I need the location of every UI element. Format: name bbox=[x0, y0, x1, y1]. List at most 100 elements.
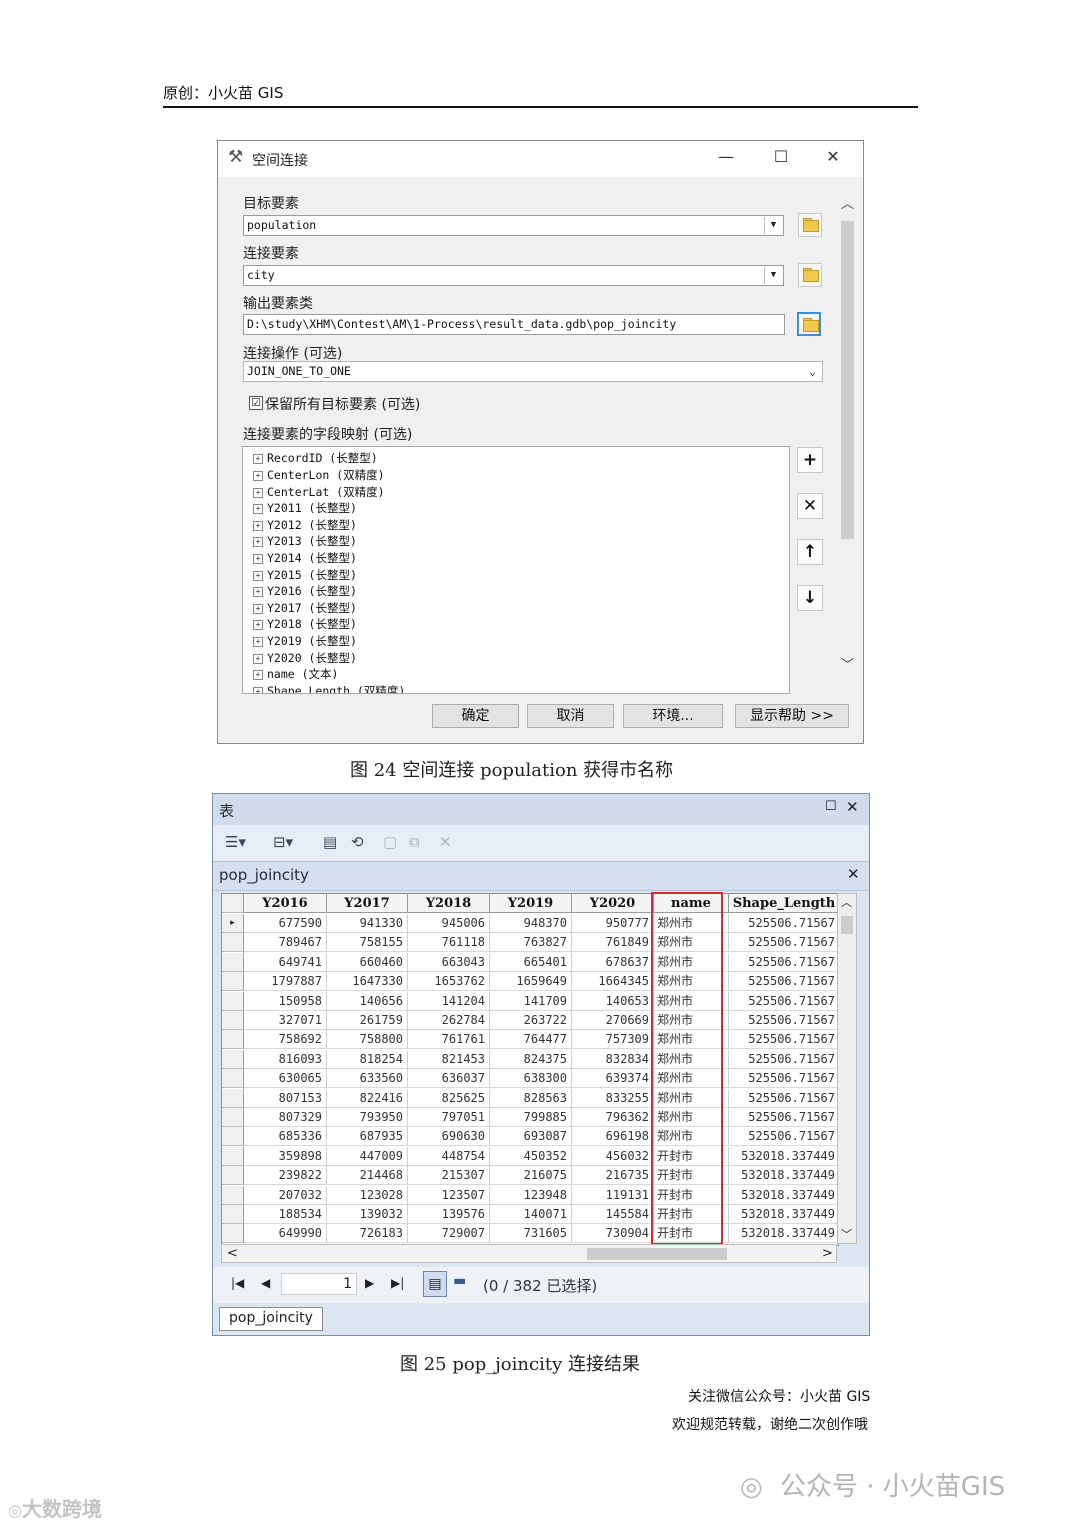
chevron-down-icon[interactable]: ▼ bbox=[764, 217, 782, 234]
table-cell[interactable]: 649990 bbox=[244, 1224, 327, 1244]
table-cell[interactable]: 726183 bbox=[327, 1224, 408, 1244]
table-cell[interactable]: 525506.71567 bbox=[729, 1089, 838, 1108]
row-selector[interactable] bbox=[222, 1108, 244, 1127]
table-cell[interactable]: 639374 bbox=[572, 1069, 654, 1089]
field-map-item[interactable]: + Y2011 (长整型) bbox=[253, 500, 357, 516]
table-cell[interactable]: 729007 bbox=[408, 1224, 490, 1244]
table-cell[interactable]: 1653762 bbox=[408, 972, 490, 992]
table-cell[interactable]: 1659649 bbox=[490, 972, 572, 992]
row-selector[interactable] bbox=[222, 1088, 244, 1108]
row-selector[interactable] bbox=[222, 1166, 244, 1186]
field-map-item[interactable]: + CenterLon (双精度) bbox=[253, 467, 385, 483]
row-selector[interactable]: ▸ bbox=[222, 914, 244, 933]
field-map-item[interactable]: + RecordID (长整型) bbox=[253, 450, 378, 466]
close-button[interactable]: ✕ bbox=[818, 147, 848, 166]
row-selector[interactable] bbox=[222, 1205, 244, 1224]
table-cell[interactable]: 633560 bbox=[327, 1069, 408, 1089]
table-cell[interactable]: 825625 bbox=[408, 1088, 490, 1108]
table-cell[interactable]: 807329 bbox=[244, 1108, 327, 1127]
row-selector[interactable] bbox=[222, 1049, 244, 1069]
table-cell[interactable]: 525506.71567 bbox=[729, 914, 838, 933]
table-cell[interactable]: 636037 bbox=[408, 1069, 490, 1089]
table-cell[interactable]: 822416 bbox=[327, 1088, 408, 1108]
table-cell[interactable]: 456032 bbox=[572, 1146, 654, 1166]
attribute-table[interactable]: Y2016 Y2017 Y2018 Y2019 Y2020 name Shape_Lengt… bbox=[221, 893, 839, 1246]
table-cell[interactable]: 630065 bbox=[244, 1069, 327, 1089]
scroll-down-icon[interactable]: ﹀ bbox=[841, 1226, 852, 1242]
browse-output-button[interactable] bbox=[797, 312, 821, 336]
field-map-item[interactable]: + Y2015 (长整型) bbox=[253, 567, 357, 583]
browse-join-button[interactable] bbox=[798, 263, 822, 287]
table-cell[interactable]: 816093 bbox=[244, 1049, 327, 1069]
expand-icon[interactable]: + bbox=[253, 654, 263, 664]
table-cell[interactable]: 525506.71567 bbox=[729, 1011, 838, 1030]
table-cell[interactable]: 730904 bbox=[572, 1224, 654, 1244]
expand-icon[interactable]: + bbox=[253, 587, 263, 597]
table-cell[interactable]: 663043 bbox=[408, 952, 490, 972]
table-cell[interactable]: 758155 bbox=[327, 933, 408, 953]
join-operation-select[interactable]: JOIN_ONE_TO_ONE ⌄ bbox=[243, 361, 823, 382]
move-down-button[interactable]: ↓ bbox=[797, 585, 823, 611]
row-selector[interactable] bbox=[222, 1069, 244, 1089]
field-map-item[interactable]: + Y2018 (长整型) bbox=[253, 616, 357, 632]
table-cell[interactable]: 145584 bbox=[572, 1205, 654, 1224]
table-tab[interactable]: pop_joincity bbox=[219, 1307, 323, 1331]
keep-all-checkbox[interactable]: ☑ bbox=[249, 396, 263, 410]
expand-icon[interactable]: + bbox=[253, 471, 263, 481]
table-cell[interactable]: 150958 bbox=[244, 991, 327, 1011]
table-cell[interactable]: 832834 bbox=[572, 1049, 654, 1069]
table-cell[interactable]: 1647330 bbox=[327, 972, 408, 992]
table-cell[interactable]: 696198 bbox=[572, 1127, 654, 1147]
scrollbar-thumb[interactable] bbox=[841, 221, 854, 539]
row-selector[interactable] bbox=[222, 1030, 244, 1050]
table-cell[interactable]: 687935 bbox=[327, 1127, 408, 1147]
move-up-button[interactable]: ↑ bbox=[797, 539, 823, 565]
expand-icon[interactable]: + bbox=[253, 488, 263, 498]
table-cell[interactable]: 799885 bbox=[490, 1108, 572, 1127]
table-cell[interactable]: 764477 bbox=[490, 1030, 572, 1050]
table-cell[interactable]: 139032 bbox=[327, 1205, 408, 1224]
table-cell[interactable]: 447009 bbox=[327, 1146, 408, 1166]
table-cell[interactable]: 214468 bbox=[327, 1166, 408, 1186]
field-map-item[interactable]: + Y2016 (长整型) bbox=[253, 583, 357, 599]
table-cell[interactable]: 532018.337449 bbox=[729, 1224, 838, 1244]
table-cell[interactable]: 123507 bbox=[408, 1185, 490, 1205]
field-map-item[interactable]: + Y2012 (长整型) bbox=[253, 517, 357, 533]
table-cell[interactable]: 797051 bbox=[408, 1108, 490, 1127]
row-selector[interactable] bbox=[222, 991, 244, 1011]
target-features-combo[interactable]: population ▼ bbox=[243, 215, 784, 236]
table-cell[interactable]: 761118 bbox=[408, 933, 490, 953]
chevron-down-icon[interactable]: ⌄ bbox=[804, 363, 821, 380]
table-cell[interactable]: 270669 bbox=[572, 1011, 654, 1030]
table-cell[interactable]: 359898 bbox=[244, 1146, 327, 1166]
last-record-icon[interactable]: ▶| bbox=[391, 1276, 404, 1290]
table-cell[interactable]: 525506.71567 bbox=[729, 972, 838, 992]
field-map-item[interactable]: + name (文本) bbox=[253, 666, 338, 682]
field-map-item[interactable]: + Y2017 (长整型) bbox=[253, 600, 357, 616]
table-cell[interactable]: 450352 bbox=[490, 1146, 572, 1166]
table-cell[interactable]: 525506.71567 bbox=[729, 1127, 838, 1147]
field-map-item[interactable]: + Shape_Length (双精度) bbox=[253, 683, 405, 693]
table-options-icon[interactable]: ☰▾ bbox=[225, 833, 246, 851]
row-selector[interactable] bbox=[222, 933, 244, 953]
table-cell[interactable]: 532018.337449 bbox=[729, 1147, 838, 1166]
expand-icon[interactable]: + bbox=[253, 670, 263, 680]
current-record-input[interactable]: 1 bbox=[281, 1273, 357, 1295]
show-selected-records-icon[interactable]: ▬ bbox=[453, 1273, 466, 1289]
table-cell[interactable]: 119131 bbox=[572, 1185, 654, 1205]
show-help-button[interactable]: 显示帮助 >> bbox=[735, 704, 849, 728]
table-cell[interactable]: 945006 bbox=[408, 914, 490, 933]
table-cell[interactable]: 638300 bbox=[490, 1069, 572, 1089]
table-cell[interactable]: 216735 bbox=[572, 1166, 654, 1186]
field-map-item[interactable]: + CenterLat (双精度) bbox=[253, 484, 385, 500]
table-cell[interactable]: 818254 bbox=[327, 1049, 408, 1069]
switch-selection-icon[interactable]: ⟲ bbox=[351, 833, 364, 851]
table-cell[interactable]: 525506.71567 bbox=[729, 992, 838, 1011]
table-cell[interactable]: 693087 bbox=[490, 1127, 572, 1147]
table-cell[interactable]: 525506.71567 bbox=[729, 953, 838, 972]
column-header-y2019[interactable]: Y2019 bbox=[490, 894, 572, 913]
table-cell[interactable]: 948370 bbox=[490, 914, 572, 933]
column-header-y2017[interactable]: Y2017 bbox=[327, 894, 408, 913]
table-cell[interactable]: 1797887 bbox=[244, 972, 327, 992]
row-selector[interactable] bbox=[222, 1127, 244, 1147]
